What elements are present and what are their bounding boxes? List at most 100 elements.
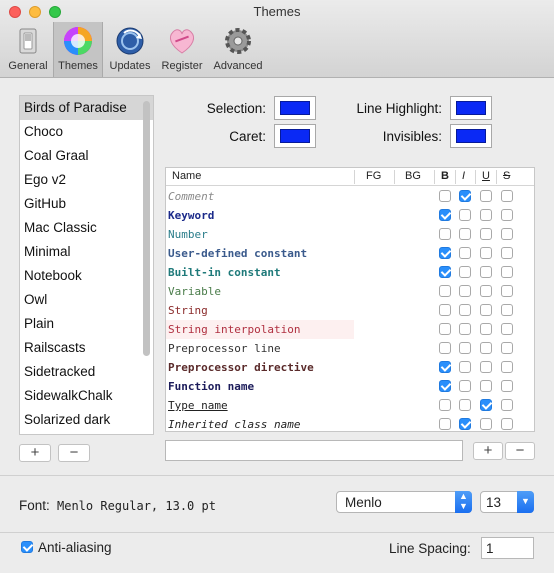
table-row[interactable]: String xyxy=(166,301,534,320)
table-row[interactable]: Type name xyxy=(166,396,534,415)
anti-aliasing-checkbox[interactable] xyxy=(21,541,33,553)
style-u-checkbox[interactable] xyxy=(480,380,492,392)
invisibles-color-well[interactable] xyxy=(450,124,492,148)
theme-item[interactable]: Solarized dark xyxy=(20,408,153,432)
style-i-checkbox[interactable] xyxy=(459,266,471,278)
table-row[interactable]: Preprocessor directive xyxy=(166,358,534,377)
theme-item[interactable]: Owl xyxy=(20,288,153,312)
style-i-checkbox[interactable] xyxy=(459,209,471,221)
syntax-scope-field[interactable] xyxy=(165,440,463,461)
style-s-checkbox[interactable] xyxy=(501,209,513,221)
column-header-bg[interactable]: BG xyxy=(405,168,421,186)
style-b-checkbox[interactable] xyxy=(439,304,451,316)
line-highlight-color-well[interactable] xyxy=(450,96,492,120)
theme-item[interactable]: GitHub xyxy=(20,192,153,216)
line-spacing-field[interactable]: 1 xyxy=(481,537,534,559)
add-theme-button[interactable]: + xyxy=(19,444,51,462)
table-row[interactable]: User-defined constant xyxy=(166,244,534,263)
style-i-checkbox[interactable] xyxy=(459,380,471,392)
style-u-checkbox[interactable] xyxy=(480,361,492,373)
style-b-checkbox[interactable] xyxy=(439,323,451,335)
style-b-checkbox[interactable] xyxy=(439,418,451,430)
column-header-bold[interactable]: B xyxy=(441,168,449,186)
toolbar-updates[interactable]: Updates xyxy=(105,22,155,77)
style-u-checkbox[interactable] xyxy=(480,228,492,240)
font-size-combobox[interactable]: 13 ▼ xyxy=(480,491,534,513)
style-i-checkbox[interactable] xyxy=(459,361,471,373)
style-s-checkbox[interactable] xyxy=(501,399,513,411)
style-i-checkbox[interactable] xyxy=(459,304,471,316)
selection-color-well[interactable] xyxy=(274,96,316,120)
style-u-checkbox[interactable] xyxy=(480,190,492,202)
column-header-name[interactable]: Name xyxy=(172,168,202,186)
remove-theme-button[interactable]: − xyxy=(58,444,90,462)
theme-item[interactable]: Sidetracked xyxy=(20,360,153,384)
theme-item[interactable]: Railscasts xyxy=(20,336,153,360)
style-s-checkbox[interactable] xyxy=(501,304,513,316)
table-row[interactable]: Preprocessor line xyxy=(166,339,534,358)
style-b-checkbox[interactable] xyxy=(439,380,451,392)
theme-item[interactable]: Plain xyxy=(20,312,153,336)
style-b-checkbox[interactable] xyxy=(439,285,451,297)
table-row[interactable]: Built-in constant xyxy=(166,263,534,282)
caret-color-well[interactable] xyxy=(274,124,316,148)
style-i-checkbox[interactable] xyxy=(459,342,471,354)
toolbar-register[interactable]: Register xyxy=(157,22,207,77)
style-s-checkbox[interactable] xyxy=(501,342,513,354)
style-u-checkbox[interactable] xyxy=(480,342,492,354)
style-s-checkbox[interactable] xyxy=(501,323,513,335)
toolbar-advanced[interactable]: Advanced xyxy=(209,22,267,77)
column-header-underline[interactable]: U xyxy=(482,168,490,186)
theme-item[interactable]: Coal Graal xyxy=(20,144,153,168)
style-s-checkbox[interactable] xyxy=(501,285,513,297)
style-s-checkbox[interactable] xyxy=(501,380,513,392)
table-row[interactable]: Comment xyxy=(166,187,534,206)
theme-item[interactable]: Choco xyxy=(20,120,153,144)
style-i-checkbox[interactable] xyxy=(459,190,471,202)
style-i-checkbox[interactable] xyxy=(459,418,471,430)
style-i-checkbox[interactable] xyxy=(459,228,471,240)
column-header-italic[interactable]: I xyxy=(462,168,466,186)
syntax-style-table[interactable]: Name FG BG B I U S Comment Keyword Number U… xyxy=(165,167,535,432)
table-row[interactable]: Variable xyxy=(166,282,534,301)
theme-item[interactable]: SidewalkChalk xyxy=(20,384,153,408)
style-s-checkbox[interactable] xyxy=(501,228,513,240)
anti-aliasing-label[interactable]: Anti-aliasing xyxy=(38,540,112,555)
table-row[interactable]: Function name xyxy=(166,377,534,396)
style-s-checkbox[interactable] xyxy=(501,361,513,373)
style-u-checkbox[interactable] xyxy=(480,323,492,335)
toolbar-themes[interactable]: Themes xyxy=(53,22,103,77)
style-s-checkbox[interactable] xyxy=(501,418,513,430)
theme-item[interactable]: Birds of Paradise xyxy=(20,96,153,120)
style-b-checkbox[interactable] xyxy=(439,361,451,373)
theme-item[interactable]: Notebook xyxy=(20,264,153,288)
toolbar-general[interactable]: General xyxy=(5,22,51,77)
style-u-checkbox[interactable] xyxy=(480,247,492,259)
table-row[interactable]: Number xyxy=(166,225,534,244)
add-syntax-button[interactable]: + xyxy=(473,442,503,460)
remove-syntax-button[interactable]: − xyxy=(505,442,535,460)
style-b-checkbox[interactable] xyxy=(439,209,451,221)
style-u-checkbox[interactable] xyxy=(480,266,492,278)
column-header-fg[interactable]: FG xyxy=(366,168,382,186)
style-b-checkbox[interactable] xyxy=(439,399,451,411)
table-row[interactable]: Keyword xyxy=(166,206,534,225)
style-b-checkbox[interactable] xyxy=(439,266,451,278)
font-family-popup[interactable]: Menlo ▲ ▼ xyxy=(336,491,472,513)
style-u-checkbox[interactable] xyxy=(480,209,492,221)
theme-item[interactable]: Ego v2 xyxy=(20,168,153,192)
table-row[interactable]: String interpolation xyxy=(166,320,534,339)
style-b-checkbox[interactable] xyxy=(439,228,451,240)
style-s-checkbox[interactable] xyxy=(501,266,513,278)
column-header-strikethrough[interactable]: S xyxy=(503,168,511,186)
style-i-checkbox[interactable] xyxy=(459,247,471,259)
style-i-checkbox[interactable] xyxy=(459,323,471,335)
style-b-checkbox[interactable] xyxy=(439,247,451,259)
style-b-checkbox[interactable] xyxy=(439,190,451,202)
style-u-checkbox[interactable] xyxy=(480,399,492,411)
style-s-checkbox[interactable] xyxy=(501,247,513,259)
theme-list-scrollbar[interactable] xyxy=(143,101,150,356)
theme-list[interactable]: Birds of Paradise Choco Coal Graal Ego v… xyxy=(19,95,154,435)
theme-item[interactable]: Mac Classic xyxy=(20,216,153,240)
style-u-checkbox[interactable] xyxy=(480,304,492,316)
